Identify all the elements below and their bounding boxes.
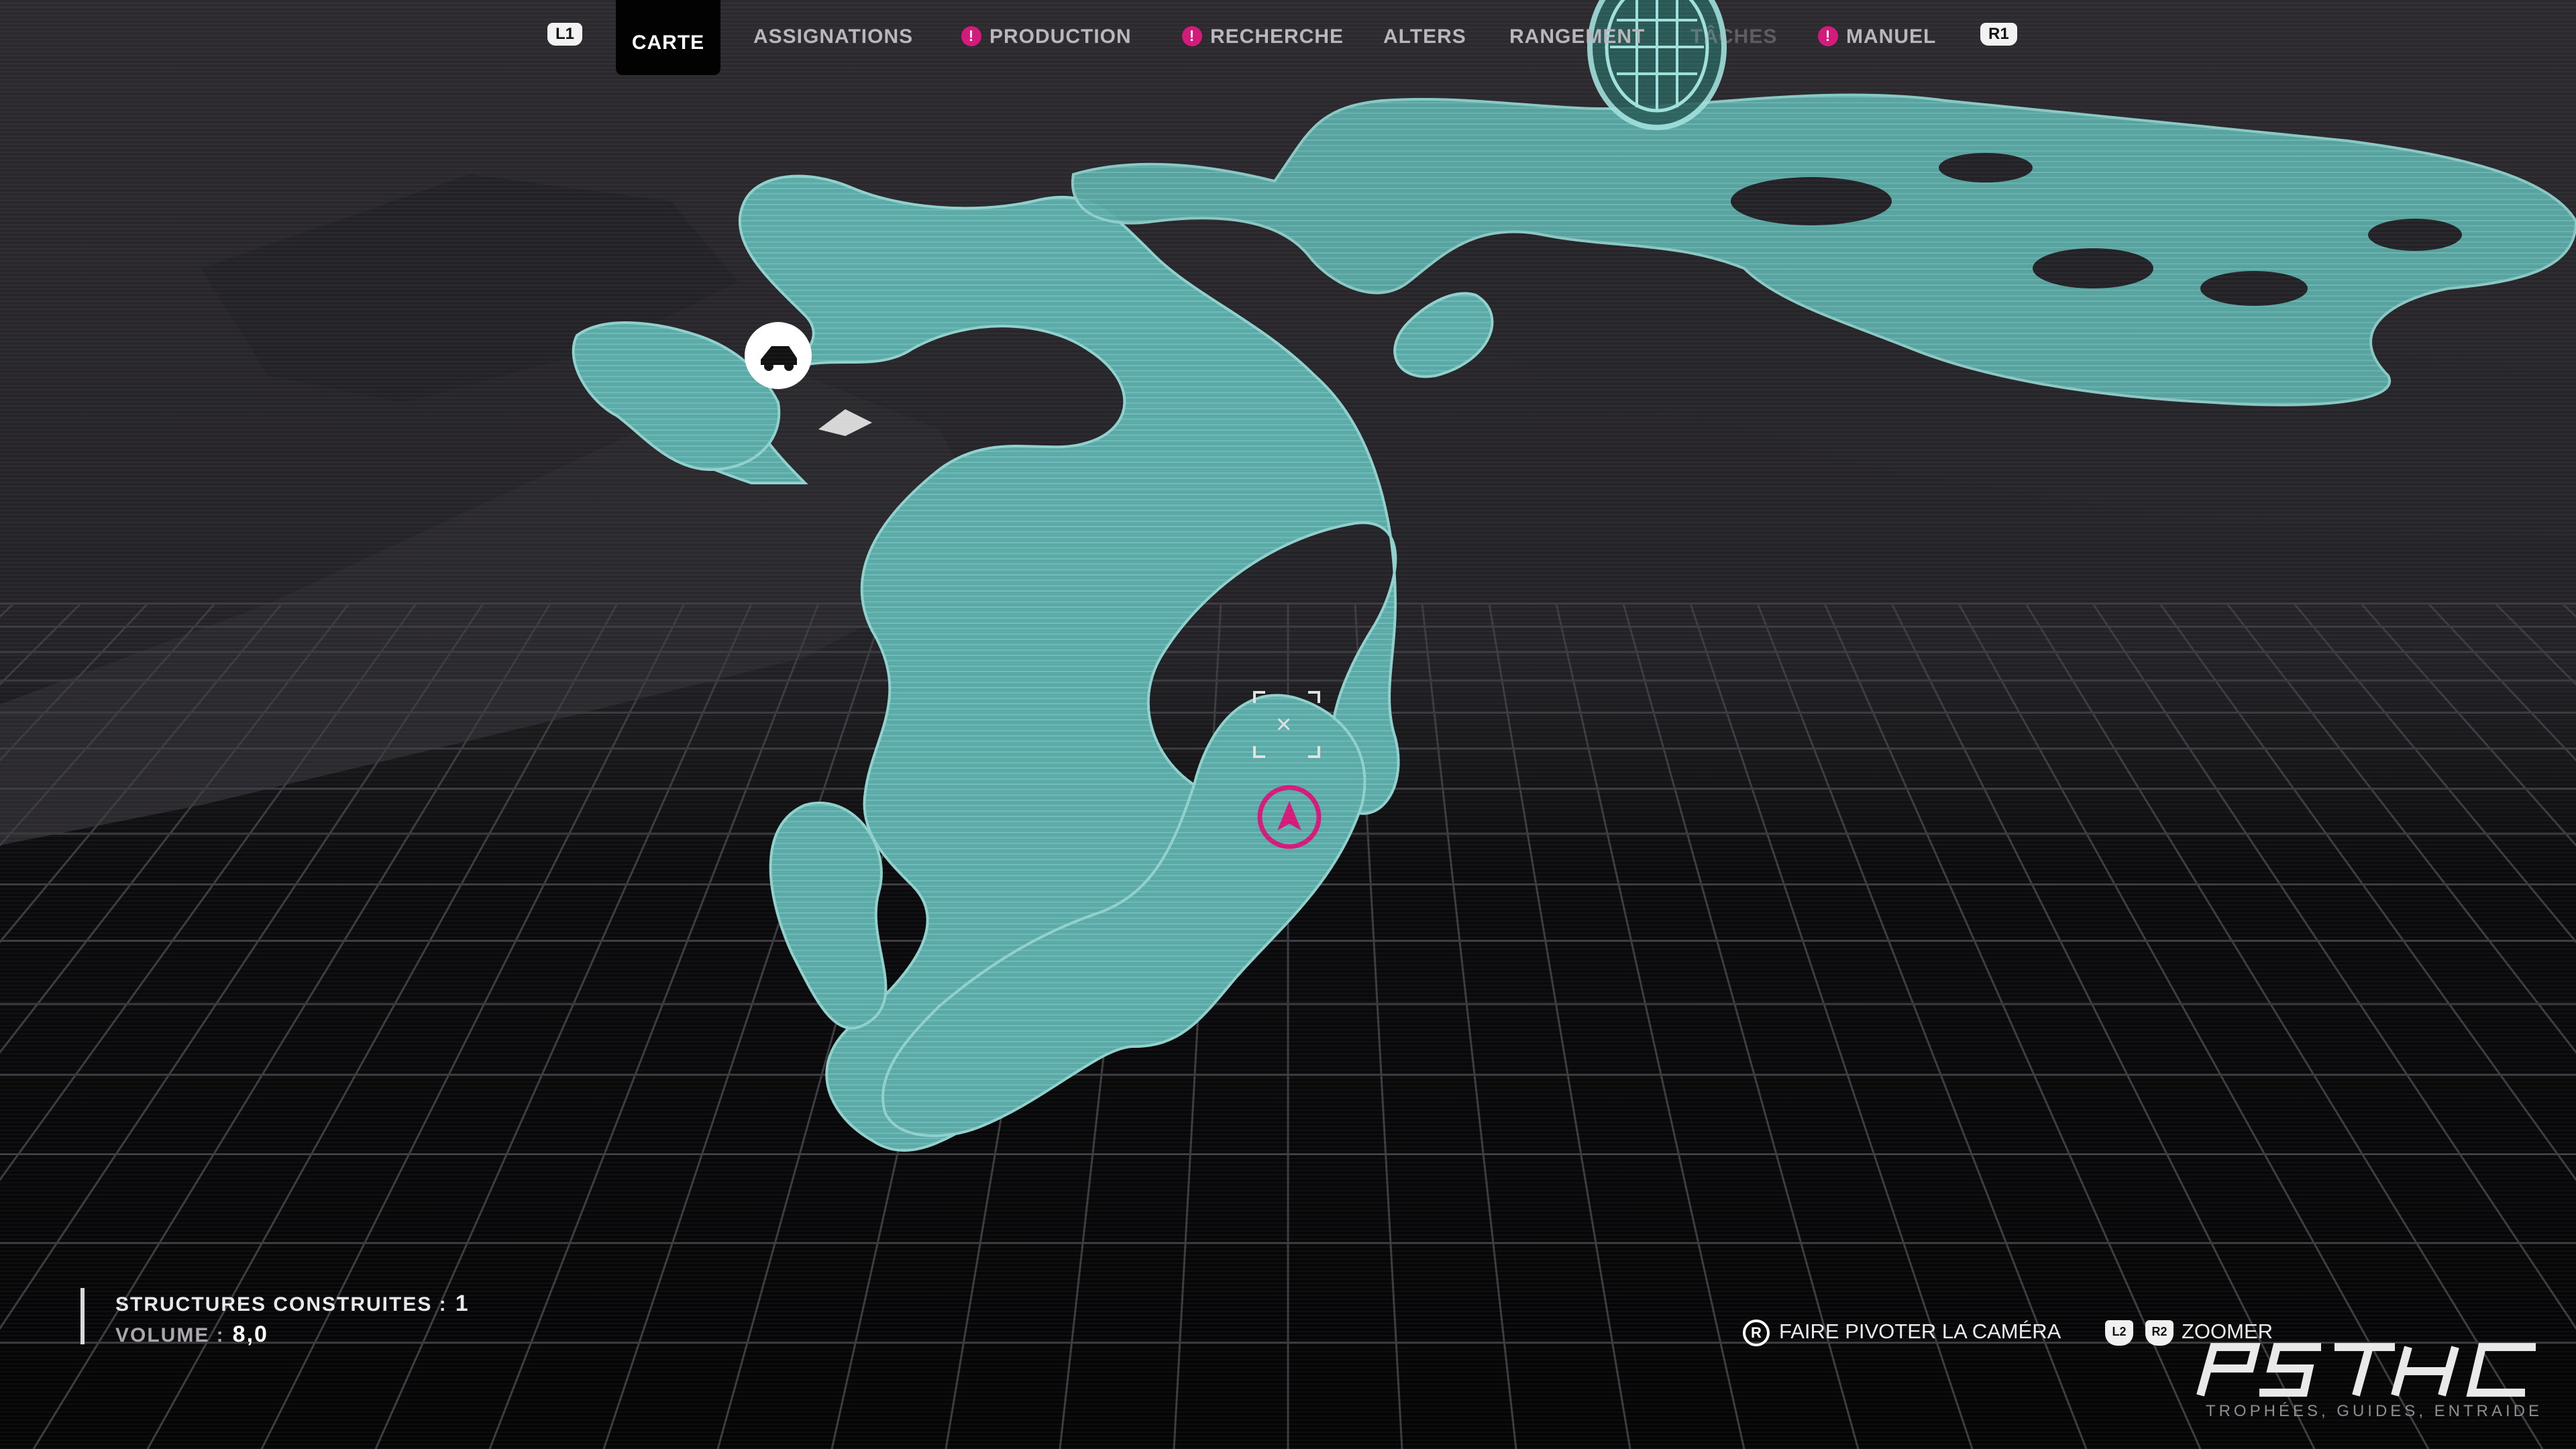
tab-production[interactable]: ! PRODUCTION bbox=[961, 25, 1132, 52]
l2-trigger-icon: L2 bbox=[2105, 1320, 2133, 1346]
cursor-x-mark: × bbox=[1276, 710, 1292, 739]
zoom-label: ZOOMER bbox=[2182, 1320, 2273, 1343]
top-navigation: L1 CARTE ASSIGNATIONS ! PRODUCTION ! RECHE… bbox=[0, 0, 2576, 75]
structures-row: STRUCTURES CONSTRUITES : 1 bbox=[115, 1288, 470, 1319]
tab-label: RANGEMENT bbox=[1509, 25, 1646, 48]
structures-label: STRUCTURES CONSTRUITES : bbox=[115, 1293, 447, 1316]
alert-icon: ! bbox=[1182, 26, 1202, 47]
volume-row: VOLUME : 8,0 bbox=[115, 1319, 470, 1350]
tab-rangement[interactable]: RANGEMENT bbox=[1509, 25, 1645, 52]
tab-manuel[interactable]: ! MANUEL bbox=[1818, 25, 1936, 52]
tab-alters[interactable]: ALTERS bbox=[1383, 25, 1466, 52]
tab-carte[interactable]: CARTE bbox=[616, 0, 720, 75]
tab-label: PRODUCTION bbox=[989, 25, 1132, 48]
rotate-camera-hint: R FAIRE PIVOTER LA CAMÉRA bbox=[1743, 1315, 2061, 1348]
tab-label: RECHERCHE bbox=[1210, 25, 1344, 48]
psthc-tagline: TROPHÉES, GUIDES, ENTRAIDE bbox=[2205, 1402, 2542, 1420]
r1-shoulder-button[interactable]: R1 bbox=[1980, 23, 2017, 46]
tab-label: CARTE bbox=[631, 32, 705, 54]
r2-trigger-icon: R2 bbox=[2145, 1320, 2174, 1346]
volume-value: 8,0 bbox=[232, 1322, 268, 1347]
alert-icon: ! bbox=[1818, 26, 1838, 47]
base-stats-panel: STRUCTURES CONSTRUITES : 1 VOLUME : 8,0 bbox=[80, 1288, 470, 1347]
tab-recherche[interactable]: ! RECHERCHE bbox=[1182, 25, 1344, 52]
structures-value: 1 bbox=[455, 1291, 470, 1316]
rotate-camera-label: FAIRE PIVOTER LA CAMÉRA bbox=[1779, 1320, 2061, 1343]
alert-icon: ! bbox=[961, 26, 981, 47]
right-stick-icon: R bbox=[1743, 1319, 1770, 1346]
tab-label: ALTERS bbox=[1383, 25, 1466, 48]
l1-shoulder-button[interactable]: L1 bbox=[547, 23, 583, 46]
tab-assignations[interactable]: ASSIGNATIONS bbox=[753, 25, 913, 52]
tab-label: TÂCHES bbox=[1690, 25, 1778, 48]
tab-taches[interactable]: TÂCHES bbox=[1690, 25, 1777, 52]
tab-label: ASSIGNATIONS bbox=[753, 25, 914, 48]
rover-vehicle-icon bbox=[745, 322, 812, 389]
psthc-logo bbox=[2196, 1343, 2536, 1397]
tab-label: MANUEL bbox=[1846, 25, 1937, 48]
psthc-watermark: TROPHÉES, GUIDES, ENTRAIDE bbox=[2194, 1342, 2542, 1429]
volume-label: VOLUME : bbox=[115, 1324, 225, 1346]
